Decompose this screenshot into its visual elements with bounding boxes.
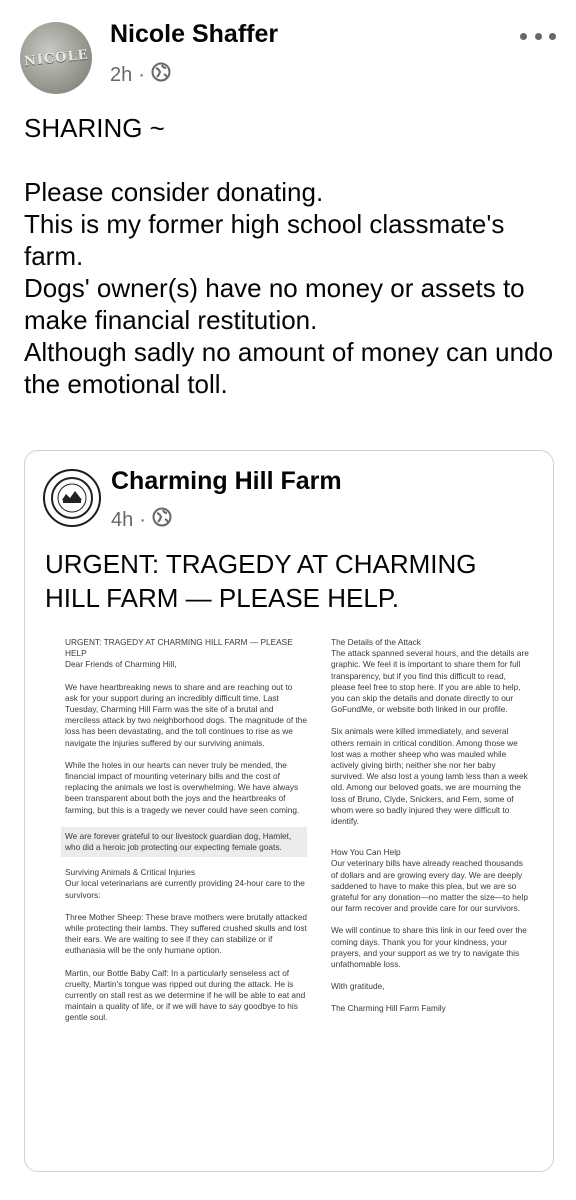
globe-icon: [152, 507, 172, 533]
letter-image-right-column[interactable]: The Details of the Attack The attack spa…: [331, 637, 531, 1026]
letter-subheading: The Details of the Attack: [331, 637, 421, 647]
post-time[interactable]: 2h: [110, 64, 132, 87]
post-header: NICOLE Nicole Shaffer 2h ·: [0, 0, 576, 100]
avatar-text: NICOLE: [23, 47, 89, 69]
author-name[interactable]: Nicole Shaffer: [110, 20, 278, 49]
meta-separator: ·: [138, 63, 145, 86]
globe-icon: [151, 62, 171, 88]
letter-signoff: With gratitude,: [331, 981, 385, 992]
page-name[interactable]: Charming Hill Farm: [111, 467, 342, 496]
shared-meta: 4h ·: [111, 507, 172, 533]
letter-subheading: Surviving Animals & Critical Injuries: [65, 867, 196, 878]
letter-paragraph: We will continue to share this link in o…: [331, 925, 527, 970]
letter-paragraph: Martin, our Bottle Baby Calf: In a parti…: [65, 967, 306, 1023]
shared-post-card[interactable]: Charming Hill Farm 4h · URGENT: TRAGEDY …: [24, 450, 554, 1172]
shared-time[interactable]: 4h: [111, 509, 133, 532]
letter-greeting: Dear Friends of Charming Hill,: [65, 659, 177, 670]
letter-paragraph: Our veterinary bills have already reache…: [331, 858, 528, 914]
letter-signature: The Charming Hill Farm Family: [331, 1003, 446, 1014]
letter-image-left-column[interactable]: URGENT: TRAGEDY AT CHARMING HILL FARM — …: [61, 637, 307, 1035]
letter-heading: URGENT: TRAGEDY AT CHARMING HILL FARM — …: [65, 637, 293, 659]
letter-paragraph: The attack spanned several hours, and th…: [331, 648, 529, 715]
letter-paragraph: Six animals were killed immediately, and…: [331, 726, 528, 827]
letter-paragraph: While the holes in our hearts can never …: [65, 759, 300, 815]
shared-meta-separator: ·: [139, 508, 146, 531]
shared-post-title: URGENT: TRAGEDY AT CHARMING HILL FARM — …: [45, 549, 477, 613]
more-options-icon[interactable]: [520, 24, 556, 48]
author-avatar[interactable]: NICOLE: [20, 22, 92, 94]
letter-subheading: How You Can Help: [331, 847, 401, 858]
post-body-text: SHARING ~ Please consider donating. This…: [24, 113, 554, 399]
page-avatar[interactable]: [43, 469, 101, 527]
letter-paragraph: Three Mother Sheep: These brave mothers …: [65, 911, 307, 956]
farm-logo-icon: [51, 477, 93, 519]
letter-paragraph: We have heartbreaking news to share and …: [65, 681, 307, 748]
letter-paragraph: Our local veterinarians are currently pr…: [65, 878, 305, 900]
letter-paragraph: We are forever grateful to our livestock…: [61, 826, 307, 858]
post-meta: 2h ·: [110, 62, 171, 88]
